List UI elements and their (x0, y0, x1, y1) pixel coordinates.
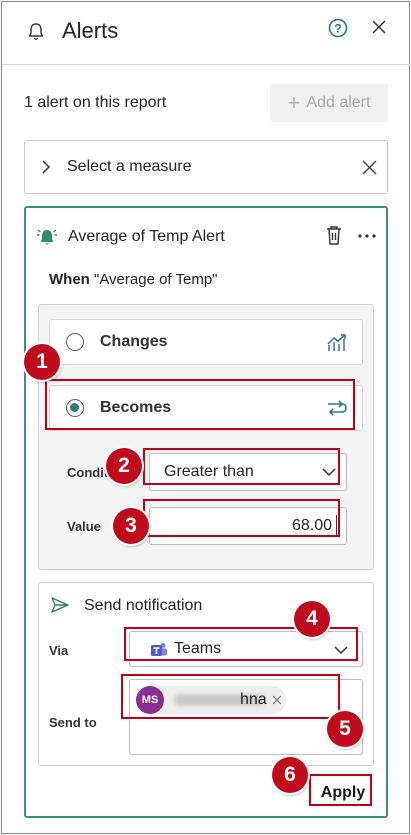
alert-count: 1 alert on this report (24, 94, 167, 111)
plus-icon: + (287, 90, 301, 115)
when-label: When (49, 271, 90, 288)
measure-selector-label: Select a measure (67, 158, 192, 175)
when-measure: "Average of Temp" (94, 271, 218, 288)
callout-6: 6 (272, 757, 308, 793)
clear-icon[interactable] (362, 160, 377, 175)
highlight-value (143, 499, 340, 537)
panel-title: Alerts (62, 18, 119, 43)
close-icon[interactable] (371, 19, 387, 35)
measure-selector[interactable]: Select a measure (24, 140, 388, 194)
option-changes-label: Changes (100, 333, 168, 350)
highlight-becomes (45, 379, 355, 430)
callout-2: 2 (106, 448, 142, 484)
help-icon[interactable]: ? (328, 18, 348, 38)
chevron-right-icon[interactable] (41, 160, 51, 174)
add-alert-button[interactable]: + Add alert (270, 84, 388, 122)
bell-icon (28, 23, 44, 40)
send-icon (51, 597, 69, 613)
highlight-condition (143, 448, 340, 485)
condition-label: Condit (67, 465, 109, 480)
highlight-send-to (121, 674, 340, 719)
trend-chart-icon (327, 334, 346, 351)
via-label: Via (49, 643, 69, 658)
svg-text:?: ? (334, 22, 341, 36)
callout-1: 1 (24, 344, 60, 380)
value-label: Value (67, 519, 101, 534)
add-alert-label: Add alert (306, 94, 371, 111)
callout-5: 5 (327, 711, 363, 747)
callout-3: 3 (113, 508, 149, 544)
callout-4: 4 (294, 601, 330, 637)
alert-bell-icon (37, 229, 57, 245)
notification-title: Send notification (84, 597, 203, 614)
option-changes[interactable]: Changes (49, 319, 363, 365)
send-to-label: Send to (49, 715, 97, 730)
header-divider (2, 64, 411, 65)
highlight-apply (309, 774, 372, 806)
when-statement: When "Average of Temp" (49, 271, 218, 288)
alert-name: Average of Temp Alert (68, 228, 225, 245)
trash-icon[interactable] (324, 224, 344, 246)
more-options-icon[interactable] (358, 234, 376, 238)
radio-changes[interactable] (66, 333, 84, 351)
